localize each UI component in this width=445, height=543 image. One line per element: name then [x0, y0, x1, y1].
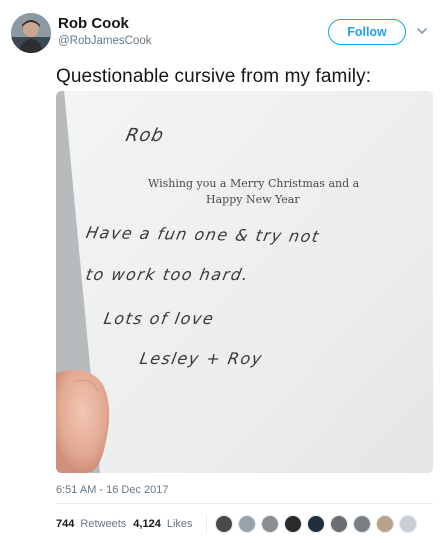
liker-avatars [214, 515, 422, 533]
display-name[interactable]: Rob Cook [58, 15, 129, 32]
card-handwritten-line1: Have a fun one & try not [84, 222, 322, 247]
liker-avatar[interactable] [352, 515, 371, 533]
liker-avatar[interactable] [398, 515, 417, 533]
divider [56, 503, 433, 504]
liker-avatar[interactable] [329, 515, 348, 533]
likes-count: 4,124 [133, 518, 161, 530]
retweets-label: Retweets [80, 518, 127, 530]
tweet-photo[interactable]: Rob Wishing you a Merry Christmas and a … [56, 91, 433, 473]
follow-button[interactable]: Follow [328, 19, 406, 45]
card-handwritten-line2: to work too hard. [84, 265, 251, 284]
liker-avatar[interactable] [237, 515, 256, 533]
liker-avatar[interactable] [375, 515, 394, 533]
liker-avatar[interactable] [214, 515, 233, 533]
user-handle[interactable]: @RobJamesCook [58, 35, 152, 47]
stats-separator [205, 514, 207, 534]
tweet-header: Rob Cook @RobJamesCook Follow [0, 0, 445, 56]
chevron-down-icon[interactable] [415, 24, 429, 38]
tweet-stats: 744 Retweets 4,124 Likes [56, 511, 422, 537]
card-printed-greeting-line1: Wishing you a Merry Christmas and a [148, 177, 360, 190]
likes-label: Likes [166, 518, 193, 530]
tweet-timestamp[interactable]: 6:51 AM - 16 Dec 2017 [56, 484, 169, 496]
avatar-photo [11, 13, 51, 53]
liker-avatar[interactable] [260, 515, 279, 533]
card-handwritten-name: Rob [123, 125, 167, 146]
liker-avatar[interactable] [283, 515, 302, 533]
card-printed-greeting-line2: Happy New Year [206, 193, 300, 206]
card-handwritten-line4: Lesley + Roy [138, 349, 265, 368]
avatar[interactable] [11, 13, 51, 53]
retweets-count: 744 [56, 518, 75, 530]
tweet-text: Questionable cursive from my family: [56, 66, 372, 87]
liker-avatar[interactable] [306, 515, 325, 533]
likes-stat[interactable]: 4,124 Likes [133, 518, 192, 530]
card-handwritten-line3: Lots of love [102, 309, 217, 328]
retweets-stat[interactable]: 744 Retweets [56, 518, 126, 530]
